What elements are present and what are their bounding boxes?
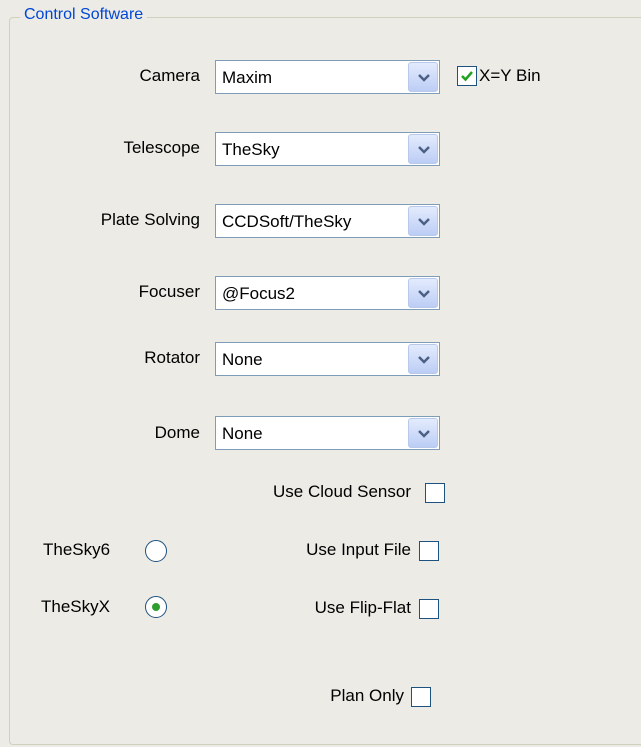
- thesky6-radio[interactable]: [145, 540, 167, 562]
- telescope-label: Telescope: [123, 138, 200, 157]
- telescope-select[interactable]: TheSky: [215, 132, 440, 166]
- chevron-down-icon[interactable]: [408, 278, 438, 308]
- control-software-group: [9, 17, 641, 745]
- rotator-label: Rotator: [144, 348, 200, 367]
- chevron-down-icon[interactable]: [408, 418, 438, 448]
- input-file-checkbox[interactable]: [419, 541, 439, 561]
- flip-flat-label: Use Flip-Flat: [314, 598, 411, 617]
- cloud-sensor-label: Use Cloud Sensor: [273, 482, 411, 501]
- focuser-select[interactable]: @Focus2: [215, 276, 440, 310]
- chevron-down-icon[interactable]: [408, 206, 438, 236]
- plan-only-label: Plan Only: [330, 686, 404, 705]
- input-file-label: Use Input File: [306, 540, 411, 559]
- telescope-value: TheSky: [222, 140, 280, 159]
- xy-bin-checkbox[interactable]: [457, 66, 477, 86]
- radio-selected-dot: [152, 603, 160, 611]
- xy-bin-label: X=Y Bin: [479, 66, 541, 85]
- dome-select[interactable]: None: [215, 416, 440, 450]
- theskyx-label: TheSkyX: [41, 597, 110, 616]
- plate-solving-value: CCDSoft/TheSky: [222, 212, 352, 231]
- thesky6-label: TheSky6: [43, 540, 111, 559]
- plate-solving-select[interactable]: CCDSoft/TheSky: [215, 204, 440, 238]
- camera-value: Maxim: [222, 68, 273, 87]
- plan-only-checkbox[interactable]: [411, 687, 431, 707]
- focuser-label: Focuser: [138, 282, 200, 301]
- focuser-value: @Focus2: [222, 284, 296, 303]
- plate-solving-label: Plate Solving: [100, 210, 200, 229]
- group-title: Control Software: [20, 6, 148, 24]
- flip-flat-checkbox[interactable]: [419, 599, 439, 619]
- cloud-sensor-checkbox[interactable]: [425, 483, 445, 503]
- dome-label: Dome: [154, 423, 200, 442]
- theskyx-radio[interactable]: [145, 596, 167, 618]
- camera-select[interactable]: Maxim: [215, 60, 440, 94]
- chevron-down-icon[interactable]: [408, 134, 438, 164]
- rotator-value: None: [222, 350, 263, 369]
- chevron-down-icon[interactable]: [408, 62, 438, 92]
- chevron-down-icon[interactable]: [408, 344, 438, 374]
- rotator-select[interactable]: None: [215, 342, 440, 376]
- dome-value: None: [222, 424, 263, 443]
- camera-label: Camera: [139, 66, 200, 85]
- checkmark-icon: [461, 71, 473, 82]
